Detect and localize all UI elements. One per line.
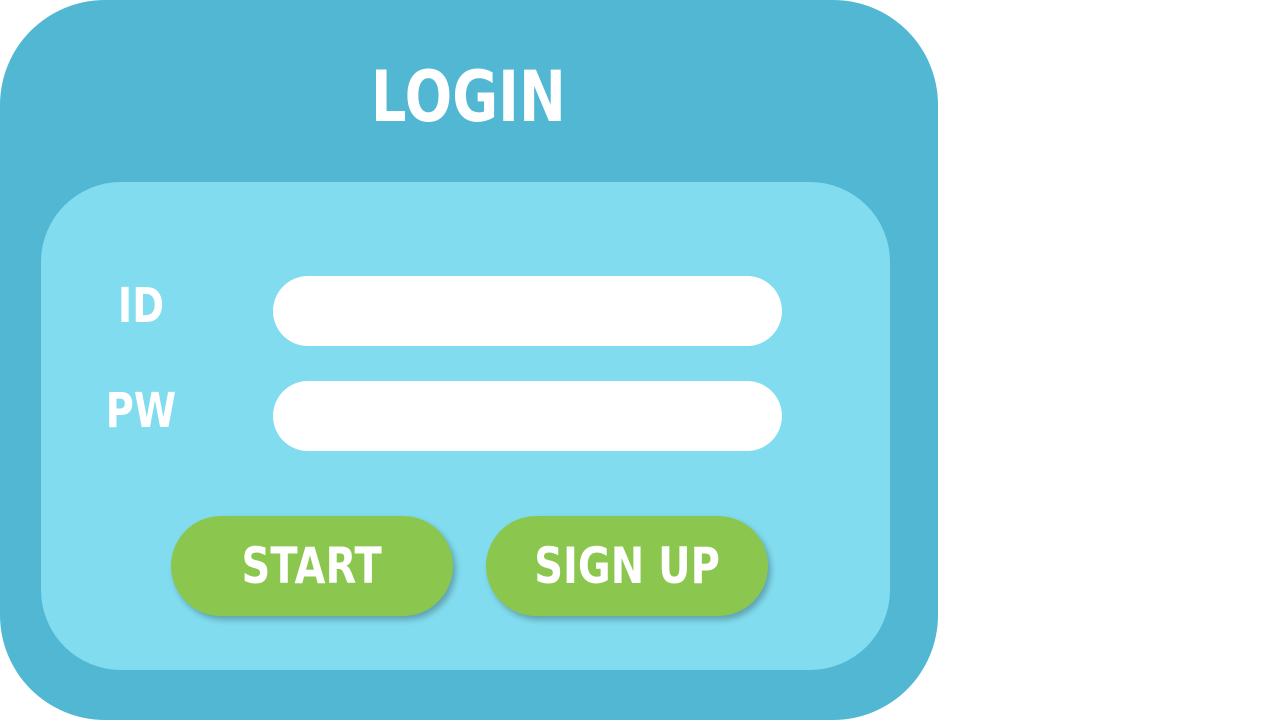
login-window: LOGIN ID PW START SIGN UP [0, 0, 938, 720]
pw-label: PW [105, 383, 177, 439]
sign-up-button[interactable]: SIGN UP [486, 516, 768, 616]
login-title: LOGIN [370, 56, 566, 138]
start-button-label: START [241, 537, 383, 595]
id-label: ID [117, 278, 165, 334]
sign-up-button-label: SIGN UP [534, 537, 720, 595]
id-input[interactable] [273, 276, 782, 346]
start-button[interactable]: START [171, 516, 453, 616]
password-input[interactable] [273, 381, 782, 451]
